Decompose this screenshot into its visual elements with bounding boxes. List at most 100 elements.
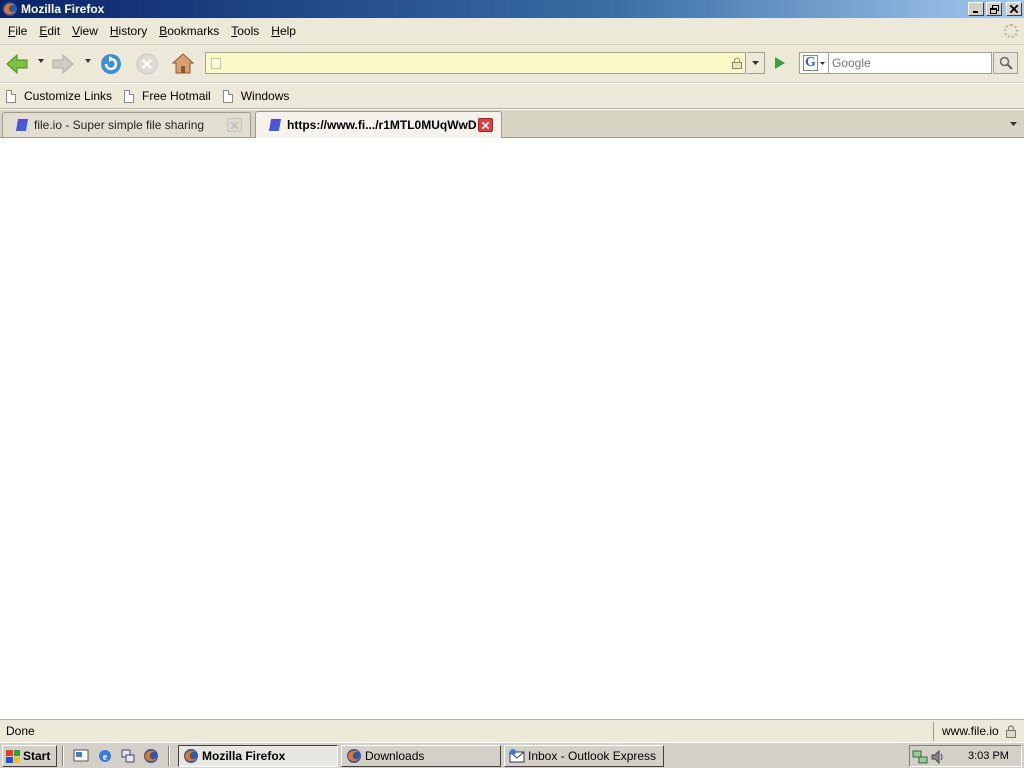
minimize-icon — [973, 11, 978, 13]
status-host: www.file.io — [942, 724, 999, 738]
close-icon — [482, 121, 489, 129]
chevron-down-icon — [752, 61, 759, 65]
status-text: Done — [6, 724, 35, 738]
task-label: Inbox - Outlook Express — [528, 749, 657, 763]
system-tray: 3:03 PM — [909, 745, 1022, 767]
task-label: Mozilla Firefox — [202, 749, 286, 763]
bookmark-label: Free Hotmail — [142, 89, 211, 103]
go-arrow-icon — [775, 57, 785, 69]
page-content[interactable] — [0, 138, 1024, 719]
taskbar-divider — [168, 746, 170, 766]
chevron-down-icon — [1009, 122, 1017, 126]
quicklaunch-network-icon[interactable] — [119, 747, 137, 765]
menu-edit[interactable]: Edit — [33, 18, 66, 45]
file-io-favicon-icon — [268, 119, 282, 131]
menu-tools[interactable]: Tools — [225, 18, 265, 45]
quicklaunch-desktop-icon[interactable] — [72, 747, 90, 765]
tab-title: https://www.fi.../r1MTL0MUqWwD — [287, 118, 477, 132]
page-favicon-icon — [211, 58, 221, 69]
minimize-button[interactable] — [968, 2, 984, 16]
firefox-icon — [3, 2, 17, 16]
menu-help[interactable]: Help — [265, 18, 302, 45]
tab-title: file.io - Super simple file sharing — [34, 118, 205, 132]
back-history-dropdown-icon[interactable] — [38, 59, 44, 63]
search-button[interactable] — [993, 52, 1018, 74]
reload-icon — [101, 54, 121, 74]
page-icon — [6, 89, 16, 103]
tab-close-button[interactable] — [227, 118, 242, 132]
url-history-dropdown[interactable] — [747, 52, 765, 74]
forward-arrow-icon — [52, 53, 74, 75]
menu-history[interactable]: History — [104, 18, 153, 45]
task-outlook-express[interactable]: Inbox - Outlook Express — [504, 745, 664, 767]
padlock-icon[interactable] — [1004, 724, 1018, 738]
tab-file-io[interactable]: file.io - Super simple file sharing — [2, 112, 251, 137]
menu-bar: File Edit View History Bookmarks Tools H… — [0, 18, 1024, 45]
status-bar: Done www.file.io — [0, 719, 1024, 742]
close-icon — [231, 121, 238, 129]
windows-flag-icon — [6, 749, 20, 763]
chevron-down-icon — [820, 61, 825, 65]
padlock-icon[interactable] — [731, 57, 743, 69]
url-input[interactable] — [206, 53, 706, 73]
task-label: Downloads — [365, 749, 425, 763]
bookmark-free-hotmail[interactable]: Free Hotmail — [124, 89, 211, 103]
search-input[interactable] — [829, 53, 989, 73]
search-bar: G — [799, 52, 1019, 74]
network-connection-icon[interactable] — [912, 749, 928, 765]
restore-button[interactable] — [986, 2, 1002, 16]
volume-icon[interactable] — [930, 749, 946, 765]
status-divider — [933, 722, 934, 741]
search-field[interactable] — [829, 52, 992, 74]
google-logo-icon: G — [803, 55, 818, 71]
task-mozilla-firefox[interactable]: Mozilla Firefox — [178, 745, 338, 767]
tab-current[interactable]: https://www.fi.../r1MTL0MUqWwD — [255, 111, 502, 138]
windows-taskbar: Start e Mozilla Firefox Downloads Inbox … — [0, 742, 1024, 768]
taskbar-divider — [62, 746, 64, 766]
throbber-icon — [1004, 24, 1018, 38]
outlook-express-icon — [509, 749, 525, 763]
bookmark-customize-links[interactable]: Customize Links — [6, 89, 112, 103]
tab-list-button[interactable] — [1004, 113, 1022, 135]
tab-strip: file.io - Super simple file sharing http… — [0, 110, 1024, 138]
forward-button[interactable] — [50, 51, 76, 77]
back-arrow-icon — [6, 53, 28, 75]
search-engine-selector[interactable]: G — [799, 52, 829, 74]
file-io-favicon-icon — [15, 119, 29, 131]
home-icon — [171, 53, 195, 74]
window-title: Mozilla Firefox — [21, 2, 105, 16]
stop-button[interactable] — [134, 51, 160, 77]
reload-button[interactable] — [98, 51, 124, 77]
search-icon — [999, 56, 1013, 70]
page-icon — [124, 89, 135, 103]
close-icon — [1010, 5, 1018, 13]
clock: 3:03 PM — [968, 750, 1009, 762]
close-button[interactable] — [1006, 2, 1022, 16]
bookmark-label: Customize Links — [24, 89, 113, 103]
tab-close-button[interactable] — [478, 118, 493, 132]
page-icon — [222, 89, 233, 103]
firefox-icon — [184, 749, 198, 763]
restore-icon — [989, 4, 999, 14]
menu-view[interactable]: View — [66, 18, 104, 45]
start-button[interactable]: Start — [2, 745, 57, 767]
window-titlebar[interactable]: Mozilla Firefox — [0, 0, 1024, 18]
menu-bookmarks[interactable]: Bookmarks — [153, 18, 225, 45]
quicklaunch-internet-explorer-icon[interactable]: e — [96, 747, 114, 765]
svg-text:e: e — [103, 752, 108, 763]
stop-icon — [136, 53, 158, 75]
bookmark-windows[interactable]: Windows — [222, 89, 290, 103]
quicklaunch-firefox-icon[interactable] — [142, 747, 160, 765]
menu-file[interactable]: File — [2, 18, 33, 45]
url-field[interactable] — [205, 52, 746, 74]
home-button[interactable] — [170, 51, 196, 77]
bookmark-label: Windows — [240, 89, 290, 103]
start-label: Start — [23, 749, 51, 763]
forward-history-dropdown-icon[interactable] — [85, 59, 91, 63]
task-downloads[interactable]: Downloads — [341, 745, 501, 767]
back-button[interactable] — [4, 51, 30, 77]
bookmarks-toolbar: Customize Links Free Hotmail Windows — [0, 84, 1024, 109]
firefox-icon — [347, 749, 361, 763]
go-button[interactable] — [771, 54, 789, 72]
location-bar — [205, 52, 788, 74]
